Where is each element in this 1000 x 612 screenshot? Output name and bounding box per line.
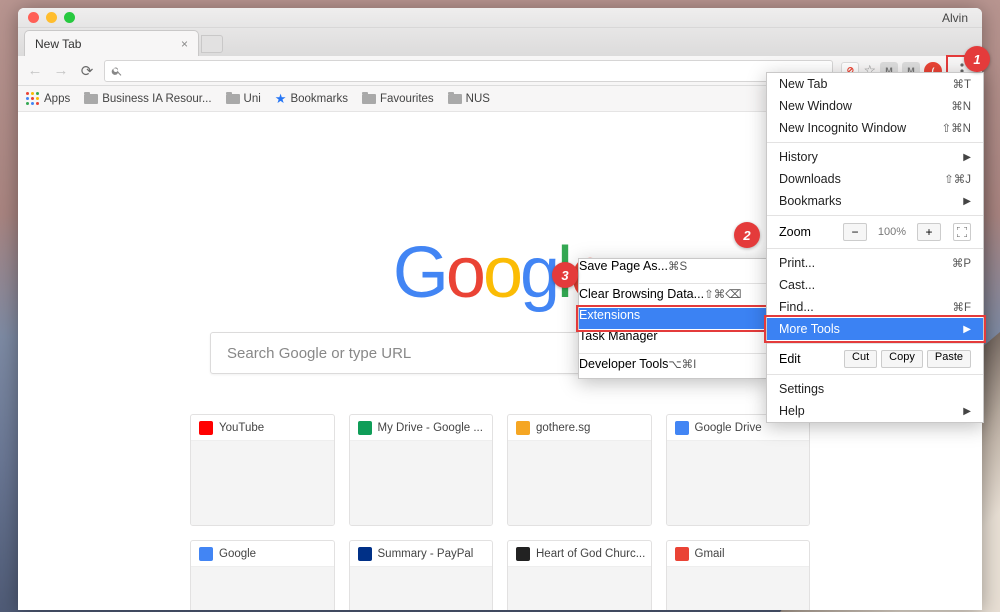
annotation-marker-3: 3 — [552, 262, 578, 288]
tile-thumbnail — [667, 567, 810, 610]
tile-thumbnail — [350, 441, 493, 525]
paste-button[interactable]: Paste — [927, 350, 971, 368]
close-tab-icon[interactable]: × — [181, 37, 188, 51]
site-tile[interactable]: YouTube — [190, 414, 335, 526]
bookmark-folder[interactable]: Business IA Resour... — [84, 93, 211, 105]
menu-item-history[interactable]: History▶ — [767, 146, 983, 168]
apps-shortcut[interactable]: Apps — [26, 92, 70, 106]
favicon — [675, 547, 689, 561]
cut-button[interactable]: Cut — [844, 350, 877, 368]
site-tile[interactable]: Gmail — [666, 540, 811, 610]
menu-item-edit: Edit Cut Copy Paste — [767, 347, 983, 371]
back-button[interactable]: ← — [26, 62, 44, 80]
favicon — [358, 421, 372, 435]
tile-thumbnail — [191, 441, 334, 525]
zoom-in-button[interactable]: + — [917, 223, 941, 241]
submenu-item-dev-tools[interactable]: Developer Tools⌥⌘I — [579, 357, 767, 378]
menu-item-settings[interactable]: Settings — [767, 378, 983, 400]
tab-strip: New Tab × — [18, 28, 982, 56]
tab-title: New Tab — [35, 37, 81, 51]
submenu-item-task-manager[interactable]: Task Manager — [579, 329, 767, 350]
copy-button[interactable]: Copy — [881, 350, 923, 368]
fullscreen-button[interactable] — [953, 223, 971, 241]
address-bar[interactable] — [104, 60, 833, 82]
more-tools-submenu: Save Page As...⌘S Clear Browsing Data...… — [578, 258, 768, 379]
annotation-marker-2: 2 — [734, 222, 760, 248]
bookmark-folder[interactable]: Uni — [226, 93, 261, 105]
menu-item-cast[interactable]: Cast... — [767, 274, 983, 296]
browser-tab[interactable]: New Tab × — [24, 30, 199, 56]
new-tab-button[interactable] — [201, 35, 223, 53]
site-tile[interactable]: Summary - PayPal — [349, 540, 494, 610]
submenu-item-save-page[interactable]: Save Page As...⌘S — [579, 259, 767, 280]
site-tile[interactable]: gothere.sg — [507, 414, 652, 526]
menu-item-downloads[interactable]: Downloads⇧⌘J — [767, 168, 983, 190]
tile-label: Heart of God Churc... — [536, 548, 645, 560]
tile-thumbnail — [350, 567, 493, 610]
tile-thumbnail — [191, 567, 334, 610]
favicon — [358, 547, 372, 561]
tile-label: YouTube — [219, 422, 264, 434]
most-visited-tiles: YouTube My Drive - Google ... gothere.sg Go… — [190, 414, 810, 610]
search-icon — [111, 65, 123, 77]
tile-label: Gmail — [695, 548, 725, 560]
folder-icon — [226, 94, 240, 104]
tile-label: Google — [219, 548, 256, 560]
chrome-main-menu: New Tab⌘T New Window⌘N New Incognito Win… — [766, 72, 984, 423]
site-tile[interactable]: Google — [190, 540, 335, 610]
favicon — [516, 547, 530, 561]
menu-item-find[interactable]: Find...⌘F — [767, 296, 983, 318]
folder-icon — [362, 94, 376, 104]
favicon — [199, 421, 213, 435]
menu-item-new-tab[interactable]: New Tab⌘T — [767, 73, 983, 95]
search-placeholder: Search Google or type URL — [227, 345, 411, 362]
zoom-out-button[interactable]: − — [843, 223, 867, 241]
menu-item-zoom: Zoom − 100% + — [767, 219, 983, 245]
tile-thumbnail — [508, 441, 651, 525]
tile-label: My Drive - Google ... — [378, 422, 483, 434]
submenu-item-clear-data[interactable]: Clear Browsing Data...⇧⌘⌫ — [579, 287, 767, 308]
menu-item-print[interactable]: Print...⌘P — [767, 252, 983, 274]
favicon — [675, 421, 689, 435]
site-tile[interactable]: Google Drive — [666, 414, 811, 526]
fullscreen-window-button[interactable] — [64, 12, 75, 23]
favicon — [516, 421, 530, 435]
menu-item-more-tools[interactable]: More Tools▶ — [767, 318, 983, 340]
profile-name[interactable]: Alvin — [942, 11, 968, 25]
folder-icon — [84, 94, 98, 104]
apps-icon — [26, 92, 40, 106]
tile-thumbnail — [667, 441, 810, 525]
chrome-window: Alvin New Tab × ← → ⟳ ⊘ ☆ M M ( Apps — [18, 8, 982, 610]
zoom-percent: 100% — [875, 226, 909, 238]
minimize-window-button[interactable] — [46, 12, 57, 23]
tile-label: Summary - PayPal — [378, 548, 474, 560]
menu-item-help[interactable]: Help▶ — [767, 400, 983, 422]
bookmark-folder[interactable]: ★Bookmarks — [275, 91, 348, 107]
star-icon: ★ — [275, 91, 287, 107]
submenu-item-extensions[interactable]: Extensions — [579, 308, 767, 329]
tile-label: gothere.sg — [536, 422, 590, 434]
tile-thumbnail — [508, 567, 651, 610]
folder-icon — [448, 94, 462, 104]
close-window-button[interactable] — [28, 12, 39, 23]
forward-button[interactable]: → — [52, 62, 70, 80]
menu-item-new-incognito[interactable]: New Incognito Window⇧⌘N — [767, 117, 983, 139]
favicon — [199, 547, 213, 561]
menu-item-bookmarks[interactable]: Bookmarks▶ — [767, 190, 983, 212]
site-tile[interactable]: My Drive - Google ... — [349, 414, 494, 526]
bookmark-folder[interactable]: Favourites — [362, 93, 434, 105]
reload-button[interactable]: ⟳ — [78, 62, 96, 80]
window-controls — [28, 12, 75, 23]
bookmark-folder[interactable]: NUS — [448, 93, 490, 105]
titlebar: Alvin — [18, 8, 982, 28]
menu-item-new-window[interactable]: New Window⌘N — [767, 95, 983, 117]
annotation-marker-1: 1 — [964, 46, 990, 72]
tile-label: Google Drive — [695, 422, 762, 434]
site-tile[interactable]: Heart of God Churc... — [507, 540, 652, 610]
